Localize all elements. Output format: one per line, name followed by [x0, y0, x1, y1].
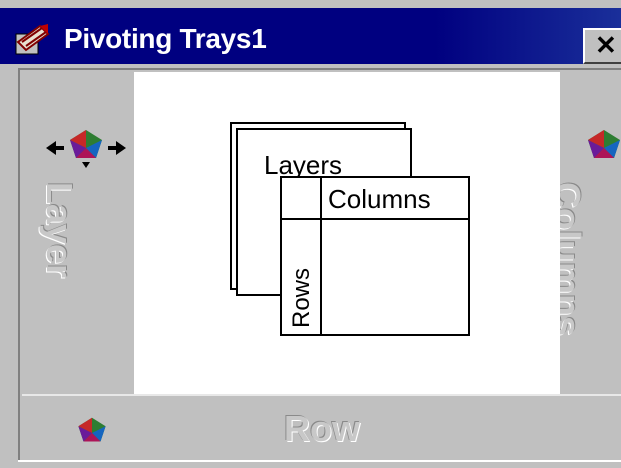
client-area: Layer Layers Columns Rows Columns Row	[4, 64, 621, 468]
app-icon	[15, 24, 50, 55]
window-title: Pivoting Trays1	[64, 23, 267, 54]
rows-label: Rows	[288, 267, 315, 328]
grid-horizontal-divider	[282, 218, 468, 220]
pivot-move-icon[interactable]	[46, 128, 126, 168]
column-tray-label: Columns	[560, 182, 588, 337]
frame-left-border	[18, 68, 20, 462]
grid-vertical-divider	[320, 178, 322, 334]
pivot-icon[interactable]	[584, 128, 621, 168]
close-icon: ✕	[595, 30, 617, 60]
close-button[interactable]: ✕	[583, 28, 621, 64]
pivot-icon[interactable]	[74, 416, 110, 450]
layer-tray-label: Layer	[39, 182, 80, 279]
columns-label: Columns	[328, 184, 431, 214]
title-bar[interactable]: Pivoting Trays1 ✕	[0, 8, 621, 64]
row-tray-label: Row	[284, 408, 360, 449]
pivot-diagram: Layers Columns Rows	[230, 122, 470, 342]
layer-tray[interactable]: Layer	[22, 72, 134, 394]
pivot-grid: Columns Rows	[280, 176, 470, 336]
column-tray[interactable]: Columns	[560, 72, 621, 394]
pivot-diagram-canvas: Layers Columns Rows	[134, 72, 560, 394]
frame-top-border	[18, 68, 621, 70]
frame-bottom-border	[18, 460, 621, 462]
pivoting-trays-window: Pivoting Trays1 ✕ Layer Layers Columns R…	[0, 0, 621, 468]
row-tray[interactable]: Row	[22, 394, 621, 462]
